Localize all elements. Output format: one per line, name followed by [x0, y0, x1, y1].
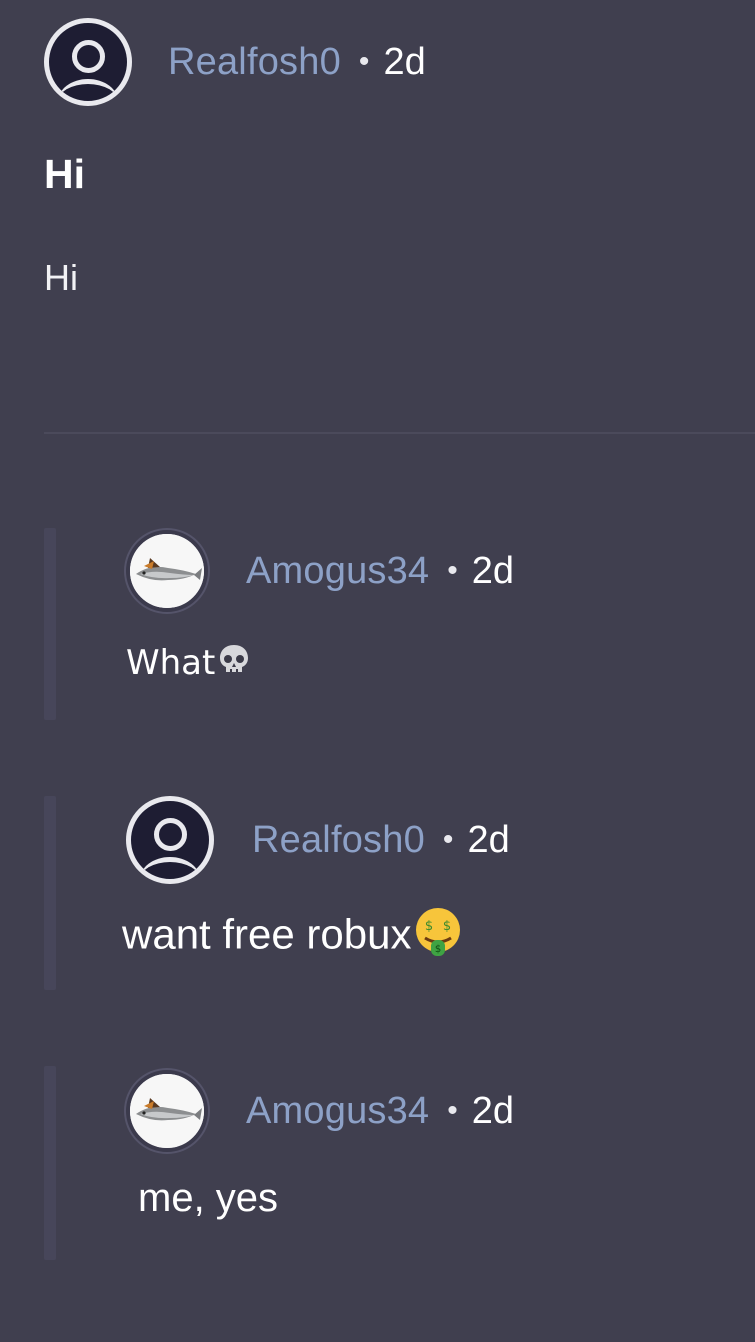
reply-body: want free robux $ $ $	[122, 906, 510, 969]
avatar-shoulders-shape	[140, 857, 200, 879]
reply-author-link[interactable]: Amogus34	[246, 1090, 429, 1133]
reply-timestamp: 2d	[467, 818, 510, 861]
avatar-shoulders-shape	[58, 79, 118, 101]
post-timestamp: 2d	[383, 40, 426, 83]
svg-text:$: $	[442, 919, 450, 934]
reply-thread-rail[interactable]	[44, 528, 56, 720]
skull-emoji-icon	[215, 640, 253, 689]
reply-timestamp: 2d	[471, 1089, 515, 1132]
fish-avatar-image	[130, 534, 204, 608]
reply: Amogus34 • 2d me, yes	[44, 1066, 755, 1260]
svg-text:$: $	[434, 944, 440, 955]
reply-text: What	[126, 643, 216, 683]
meta-separator: •	[442, 823, 454, 856]
meta-separator: •	[447, 1094, 458, 1127]
default-user-avatar[interactable]	[44, 18, 132, 106]
svg-text:$: $	[424, 919, 432, 934]
reply-author-link[interactable]: Realfosh0	[252, 819, 425, 862]
reply-body: me, yes	[138, 1174, 514, 1222]
fish-avatar[interactable]	[126, 530, 208, 612]
meta-separator: •	[447, 554, 458, 587]
reply-content: Amogus34 • 2d me, yes	[126, 1070, 514, 1222]
post-meta: Realfosh0 • 2d	[44, 18, 755, 106]
reply-thread-rail[interactable]	[44, 1066, 56, 1260]
post-body: Hi	[44, 257, 78, 298]
default-user-avatar[interactable]	[126, 796, 214, 884]
reply-timestamp: 2d	[471, 549, 515, 592]
money-mouth-emoji-icon: $ $ $	[412, 906, 464, 969]
avatar-head-shape	[72, 40, 105, 73]
post-title: Hi	[44, 151, 85, 197]
reply-author-link[interactable]: Amogus34	[246, 550, 429, 593]
reply-meta: Realfosh0 • 2d	[126, 796, 510, 884]
post-author-link[interactable]: Realfosh0	[168, 41, 341, 84]
reply-thread-rail[interactable]	[44, 796, 56, 990]
reply-meta: Amogus34 • 2d	[126, 530, 514, 612]
post: Realfosh0 • 2d Hi Hi	[44, 18, 755, 299]
reply-text: me, yes	[138, 1176, 279, 1220]
reply-content: Amogus34 • 2d What	[126, 530, 514, 689]
post-divider	[44, 432, 755, 434]
reply: Amogus34 • 2d What	[44, 528, 755, 720]
avatar-head-shape	[154, 818, 187, 851]
reply: Realfosh0 • 2d want free robux $ $ $	[44, 796, 755, 990]
fish-avatar-image	[130, 1074, 204, 1148]
reply-meta: Amogus34 • 2d	[126, 1070, 514, 1152]
reply-text: want free robux	[122, 910, 412, 958]
reply-content: Realfosh0 • 2d want free robux $ $ $	[122, 796, 510, 969]
meta-separator: •	[358, 45, 370, 78]
reply-body: What	[126, 640, 514, 689]
fish-avatar[interactable]	[126, 1070, 208, 1152]
